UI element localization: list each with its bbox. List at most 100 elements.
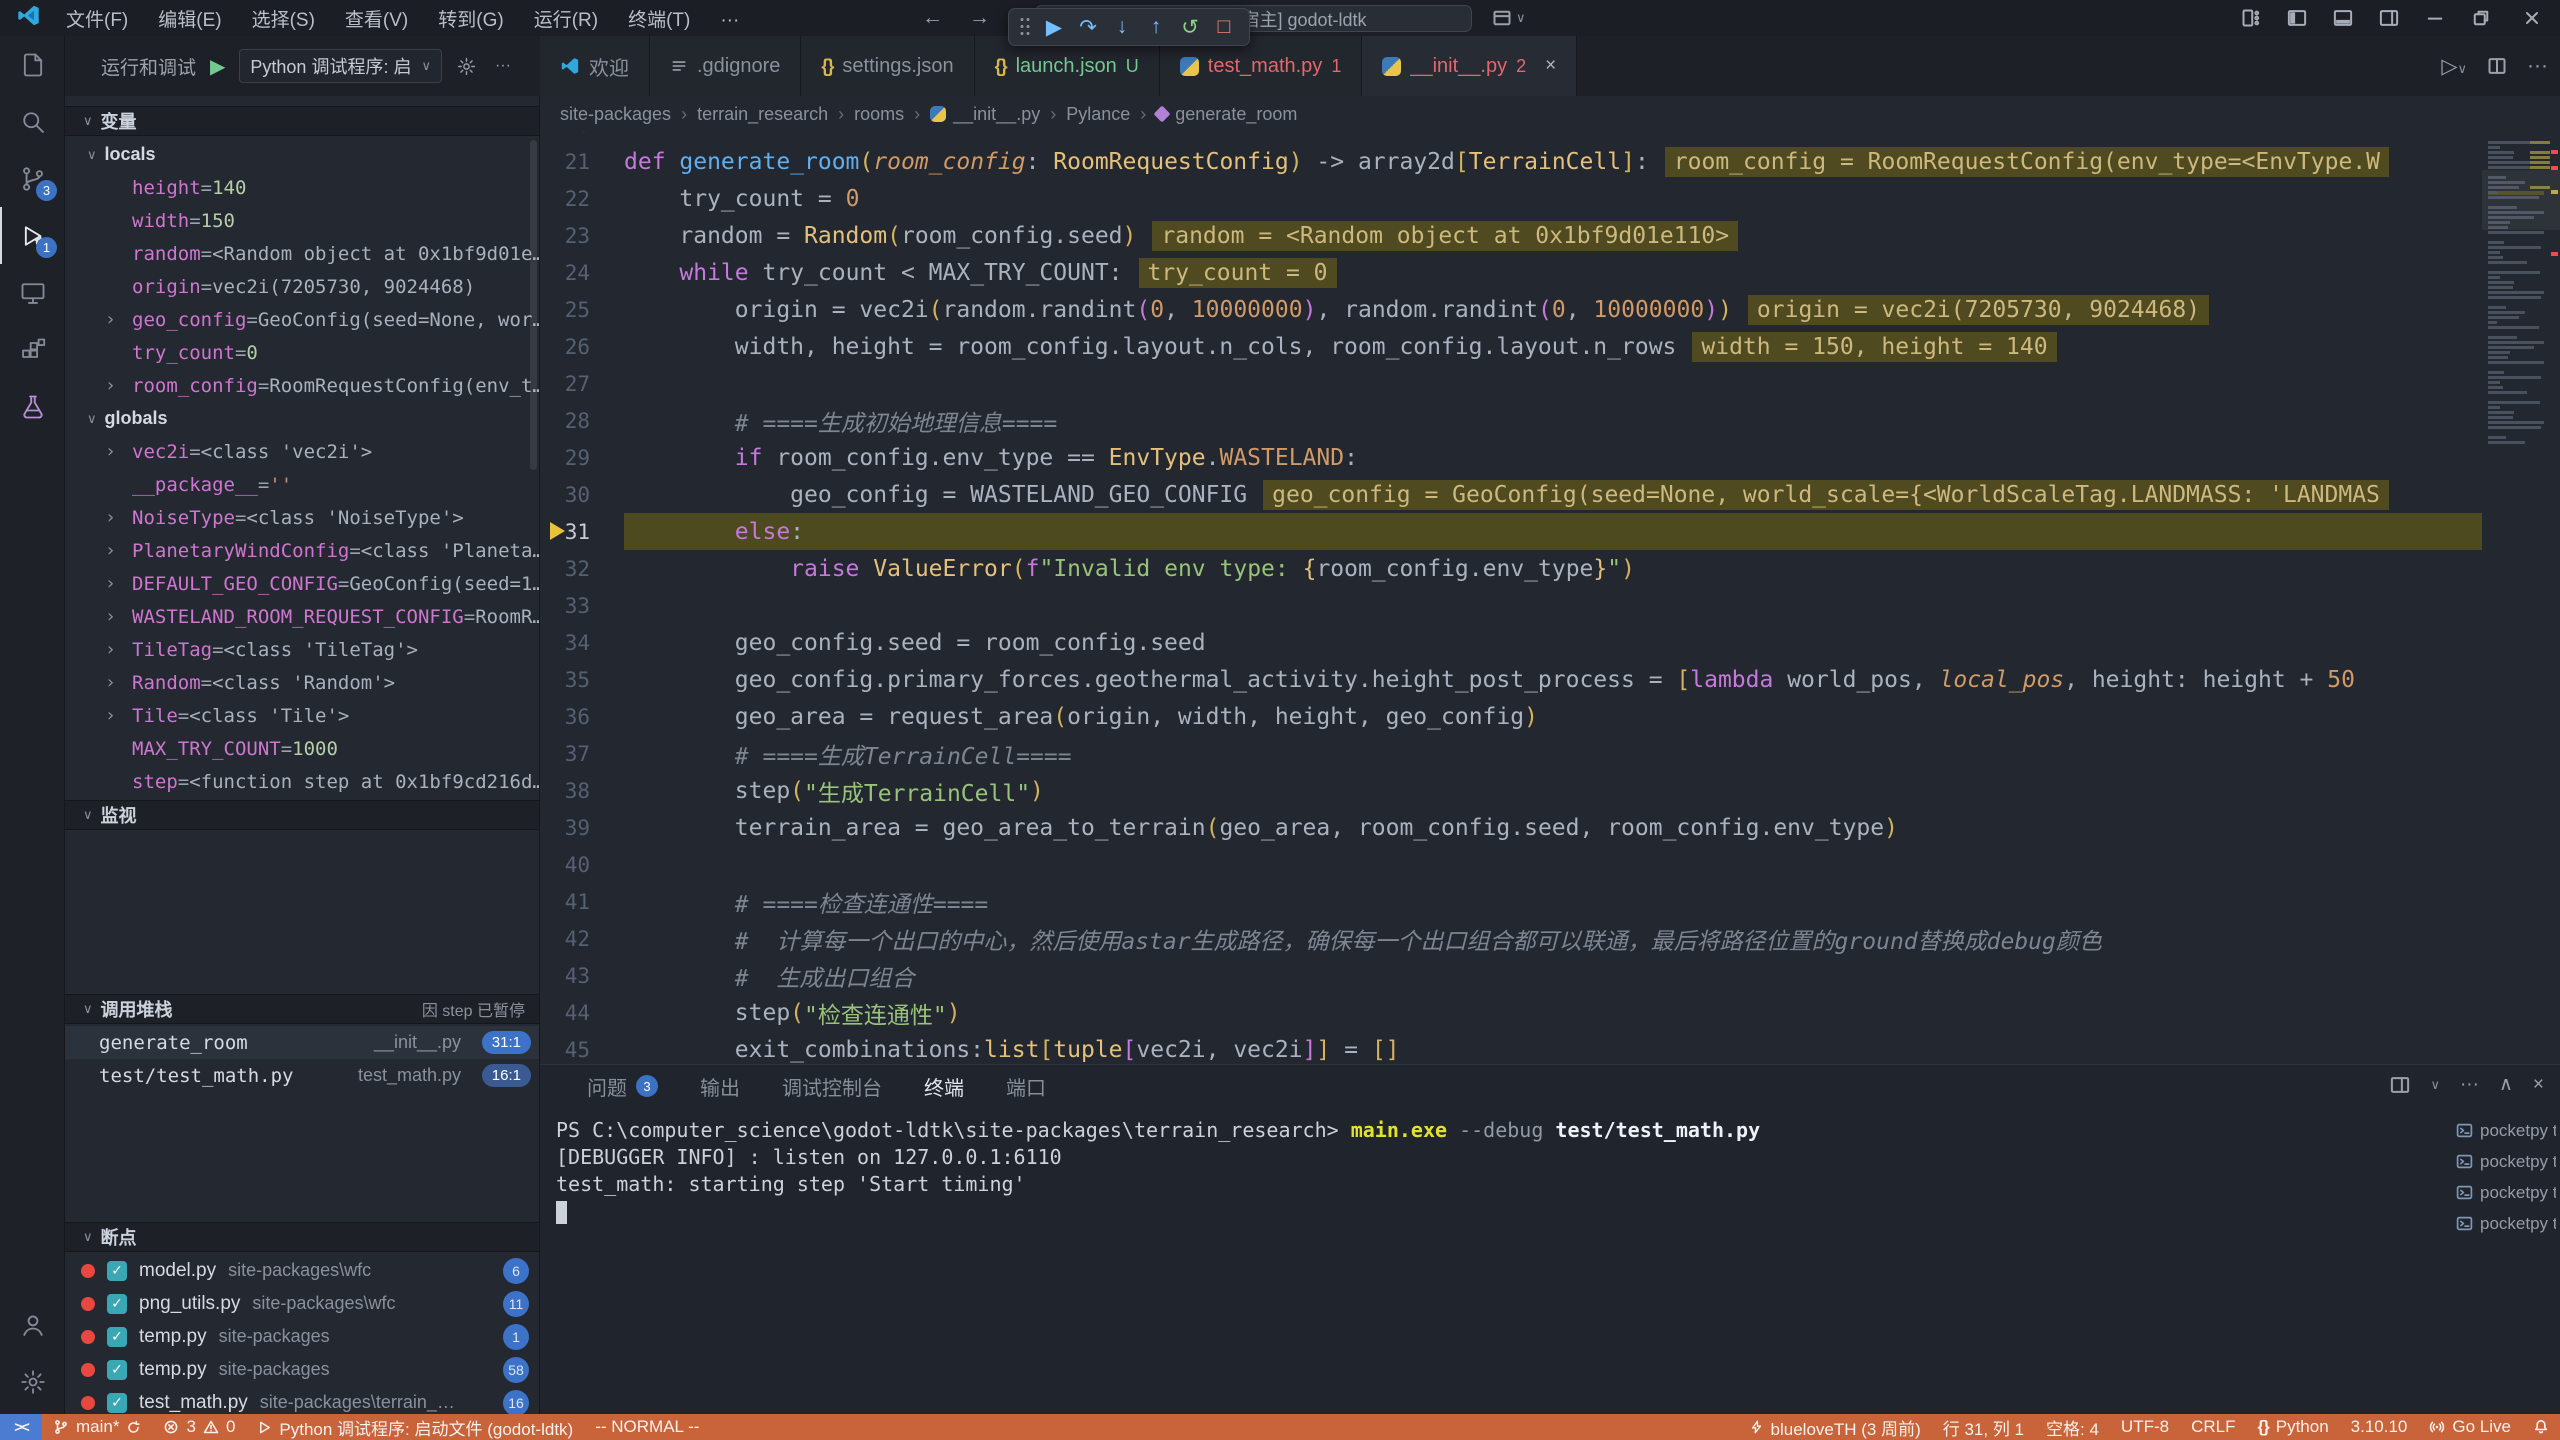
split-editor-icon[interactable] [2487, 56, 2507, 76]
status-vim-mode[interactable]: -- NORMAL -- [584, 1414, 710, 1440]
variables-section-header[interactable]: ∨变量 [65, 106, 539, 136]
menu-item[interactable]: 终端(T) [613, 10, 705, 31]
restart-icon[interactable]: ↺ [1173, 10, 1207, 44]
menu-item[interactable]: 文件(F) [51, 10, 143, 31]
status-branch[interactable]: main* [42, 1414, 152, 1440]
breadcrumb-item[interactable]: site-packages [560, 104, 671, 125]
code-line-20[interactable]: 20 [540, 132, 2482, 143]
forward-icon[interactable]: → [969, 6, 990, 30]
variable-row[interactable]: MAX_TRY_COUNT = 1000 [65, 732, 539, 765]
code-line-22[interactable]: 22 try_count = 0 [540, 180, 2482, 217]
code-line-41[interactable]: 41 # ====检查连通性==== [540, 883, 2482, 920]
close-panel-icon[interactable]: × [2533, 1074, 2544, 1096]
breakpoint-checkbox[interactable]: ✓ [107, 1294, 127, 1314]
variable-row[interactable]: __package__ = '' [65, 468, 539, 501]
status-gitlens-commit[interactable]: blueloveTH (3 周前) [1739, 1414, 1932, 1440]
terminal[interactable]: PS C:\computer_science\godot-ldtk\site-p… [556, 1117, 2450, 1410]
variable-row[interactable]: ›Tile = <class 'Tile'> [65, 699, 539, 732]
terminal-session[interactable]: pocketpy te… [2456, 1208, 2556, 1239]
breakpoint-row[interactable]: ✓model.pysite-packages\wfc6 [65, 1254, 539, 1287]
tab-.gdignore[interactable]: .gdignore [650, 36, 801, 96]
status-python-version[interactable]: 3.10.10 [2340, 1414, 2419, 1440]
line-number[interactable]: 32 [540, 557, 624, 581]
minimize-icon[interactable] [2412, 0, 2458, 36]
menu-item[interactable]: 转到(G) [423, 10, 518, 31]
breadcrumb-item[interactable]: rooms [854, 104, 904, 125]
variable-row[interactable]: ›Random = <class 'Random'> [65, 666, 539, 699]
breakpoint-row[interactable]: ✓temp.pysite-packages58 [65, 1353, 539, 1386]
breadcrumb-item[interactable]: terrain_research [697, 104, 828, 125]
gear-icon[interactable] [456, 56, 477, 77]
variable-row[interactable]: ›room_config = RoomRequestConfig(env_t… [65, 369, 539, 402]
step-into-icon[interactable]: ↓ [1105, 10, 1139, 44]
variable-row[interactable]: ›TileTag = <class 'TileTag'> [65, 633, 539, 666]
status-eol[interactable]: CRLF [2180, 1414, 2246, 1440]
line-number[interactable]: 28 [540, 409, 624, 433]
more-actions-icon[interactable]: ··· [2460, 1074, 2479, 1096]
activitybar-account-icon[interactable] [0, 1296, 65, 1353]
panel-tab-端口[interactable]: 端口 [985, 1065, 1067, 1107]
scrollbar[interactable] [530, 140, 537, 470]
code-line-38[interactable]: 38 step("生成TerrainCell") [540, 772, 2482, 809]
run-file-icon[interactable]: ▷∨ [2441, 54, 2467, 79]
start-debug-button[interactable]: ▶ [210, 54, 225, 79]
activitybar-settings-icon[interactable] [0, 1353, 65, 1410]
menu-item[interactable]: 选择(S) [237, 10, 330, 31]
step-over-icon[interactable]: ↷ [1071, 10, 1105, 44]
tab-__init__.py[interactable]: __init__.py2× [1362, 36, 1577, 96]
code-line-37[interactable]: 37 # ====生成TerrainCell==== [540, 735, 2482, 772]
var-scope-globals[interactable]: ∨globals [65, 402, 539, 435]
line-number[interactable]: 44 [540, 1001, 624, 1025]
variable-row[interactable]: ›DEFAULT_GEO_CONFIG = GeoConfig(seed=1… [65, 567, 539, 600]
variable-row[interactable]: origin = vec2i(7205730, 9024468) [65, 270, 539, 303]
breadcrumb-item[interactable]: __init__.py [930, 104, 1040, 125]
variable-row[interactable]: ›geo_config = GeoConfig(seed=None, wor… [65, 303, 539, 336]
status-language[interactable]: {}Python [2247, 1414, 2340, 1440]
customize-layout-icon[interactable] [2228, 0, 2274, 36]
drag-handle-icon[interactable] [1019, 16, 1031, 38]
line-number[interactable]: 35 [540, 668, 624, 692]
panel-tab-输出[interactable]: 输出 [679, 1065, 761, 1107]
toggle-panel-icon[interactable] [2320, 0, 2366, 36]
close-icon[interactable]: × [1545, 55, 1556, 77]
line-number[interactable]: 42 [540, 927, 624, 951]
terminal-session[interactable]: pocketpy te… [2456, 1115, 2556, 1146]
activitybar-explorer-icon[interactable] [0, 36, 65, 93]
activitybar-run-debug-icon[interactable]: 1 [0, 207, 65, 264]
line-number[interactable]: 30 [540, 483, 624, 507]
activitybar-source-control-icon[interactable]: 3 [0, 150, 65, 207]
close-icon[interactable] [2504, 0, 2560, 36]
activitybar-search-icon[interactable] [0, 93, 65, 150]
watch-section-header[interactable]: ∨监视 [65, 800, 539, 830]
code-line-45[interactable]: 45 exit_combinations:list[tuple[vec2i, v… [540, 1031, 2482, 1064]
panel-tab-调试控制台[interactable]: 调试控制台 [761, 1065, 903, 1107]
line-number[interactable]: 33 [540, 594, 624, 618]
status-notifications[interactable] [2522, 1414, 2560, 1440]
variable-row[interactable]: ›NoiseType = <class 'NoiseType'> [65, 501, 539, 534]
line-number[interactable]: 38 [540, 779, 624, 803]
terminal-layout-icon[interactable] [2390, 1075, 2410, 1095]
code-line-39[interactable]: 39 terrain_area = geo_area_to_terrain(ge… [540, 809, 2482, 846]
continue-icon[interactable]: ▶ [1037, 10, 1071, 44]
activitybar-testing-icon[interactable] [0, 378, 65, 435]
line-number[interactable]: 36 [540, 705, 624, 729]
code-line-34[interactable]: 34 geo_config.seed = room_config.seed [540, 624, 2482, 661]
breakpoint-row[interactable]: ✓png_utils.pysite-packages\wfc11 [65, 1287, 539, 1320]
terminal-session[interactable]: pocketpy te… [2456, 1177, 2556, 1208]
code-line-27[interactable]: 27 [540, 365, 2482, 402]
code-line-33[interactable]: 33 [540, 587, 2482, 624]
code-line-32[interactable]: 32 raise ValueError(f"Invalid env type: … [540, 550, 2482, 587]
breakpoint-checkbox[interactable]: ✓ [107, 1360, 127, 1380]
code-line-23[interactable]: 23 random = Random(room_config.seed)rand… [540, 217, 2482, 254]
variable-row[interactable]: random = <Random object at 0x1bf9d01e… [65, 237, 539, 270]
terminal-session[interactable]: pocketpy te… [2456, 1146, 2556, 1177]
minimap[interactable] [2482, 132, 2560, 1064]
breakpoint-checkbox[interactable]: ✓ [107, 1393, 127, 1413]
variable-row[interactable]: ›WASTELAND_ROOM_REQUEST_CONFIG = RoomR… [65, 600, 539, 633]
breakpoint-row[interactable]: ✓test_math.pysite-packages\terrain_res…1… [65, 1386, 539, 1414]
breakpoint-checkbox[interactable]: ✓ [107, 1327, 127, 1347]
line-number[interactable]: 21 [540, 150, 624, 174]
line-number[interactable]: 24 [540, 261, 624, 285]
status-debug-target[interactable]: Python 调试程序: 启动文件 (godot-ldtk) [246, 1414, 584, 1440]
code-line-29[interactable]: 29 if room_config.env_type == EnvType.WA… [540, 439, 2482, 476]
